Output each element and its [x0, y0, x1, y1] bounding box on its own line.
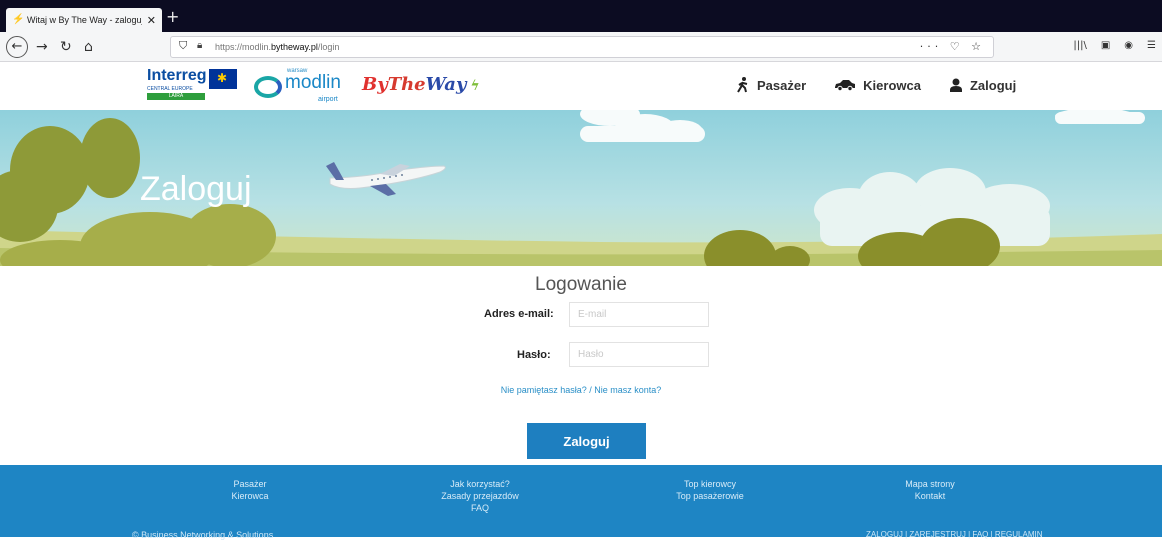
nav-zaloguj[interactable]: Zaloguj: [949, 77, 1016, 93]
main-nav: Pasażer Kierowca Zaloguj: [736, 77, 1016, 93]
cloud-right: [1055, 110, 1145, 124]
lightning-mark-icon: ϟ: [470, 78, 480, 94]
bytheway-logo[interactable]: ByTheWay ϟ: [362, 74, 480, 95]
footer-col-users: Pasażer Kierowca: [210, 478, 290, 502]
login-button[interactable]: Zaloguj: [527, 423, 646, 459]
eu-flag-icon: [209, 69, 237, 89]
close-tab-icon[interactable]: ✕: [147, 14, 156, 27]
cloud-top: [580, 110, 705, 142]
footer-link-kontakt[interactable]: Kontakt: [880, 490, 980, 502]
tracking-shield-icon[interactable]: ⛉: [179, 40, 187, 53]
site-favicon-icon: ⚡: [12, 14, 25, 25]
footer-col-site: Mapa strony Kontakt: [880, 478, 980, 502]
menu-icon[interactable]: ☰: [1147, 40, 1156, 51]
account-icon[interactable]: ◉: [1124, 40, 1133, 51]
forward-arrow-icon[interactable]: →: [36, 37, 48, 57]
nav-kierowca[interactable]: Kierowca: [834, 77, 921, 93]
footer-link-zasady[interactable]: Zasady przejazdów: [420, 490, 540, 502]
footer-col-top: Top kierowcy Top pasażerowie: [650, 478, 770, 502]
walking-person-icon: [737, 77, 748, 93]
url-text[interactable]: https://modlin.bytheway.pl/login: [215, 42, 339, 52]
footer-link-pasazer[interactable]: Pasażer: [210, 478, 290, 490]
nav-kierowca-label: Kierowca: [863, 77, 921, 93]
site-footer: Pasażer Kierowca Jak korzystać? Zasady p…: [0, 465, 1162, 540]
modlin-swirl-icon: [254, 76, 282, 98]
register-link[interactable]: Nie masz konta?: [594, 385, 661, 395]
car-icon: [835, 80, 856, 91]
browser-tab[interactable]: ⚡ Witaj w By The Way - zaloguj si ✕: [6, 8, 162, 32]
new-tab-button[interactable]: +: [166, 7, 179, 26]
reload-icon[interactable]: ↻: [60, 37, 72, 57]
site-header: Interreg CENTRAL EUROPE LAIRA warsaw mod…: [0, 62, 1162, 110]
nav-zaloguj-label: Zaloguj: [969, 77, 1017, 93]
page-actions-icons[interactable]: ··· ♡ ☆: [920, 40, 985, 53]
footer-link-top-kierowcy[interactable]: Top kierowcy: [650, 478, 770, 490]
footer-link-faq[interactable]: FAQ: [420, 502, 540, 514]
password-field[interactable]: [569, 342, 709, 367]
hero-banner: Zaloguj: [0, 110, 1162, 266]
email-label: Adres e-mail:: [484, 308, 554, 320]
nav-pasazer-label: Pasażer: [757, 77, 807, 93]
login-title: Logowanie: [535, 274, 627, 295]
browser-tab-bar: ⚡ Witaj w By The Way - zaloguj si ✕ +: [0, 0, 1162, 32]
user-icon: [949, 78, 962, 92]
login-form: Logowanie Adres e-mail: Hasło: Nie pamię…: [0, 266, 1162, 465]
password-label: Hasło:: [517, 349, 551, 361]
browser-toolbar-right: |||\ ▣ ◉ ☰: [1073, 40, 1156, 51]
modlin-airport-logo[interactable]: warsaw modlin airport: [254, 68, 346, 106]
email-field[interactable]: [569, 302, 709, 327]
account-help-links: Nie pamiętasz hasła? / Nie masz konta?: [0, 385, 1162, 395]
airplane: [326, 162, 446, 196]
tab-title: Witaj w By The Way - zaloguj si: [27, 15, 142, 25]
address-bar[interactable]: ⛉ 🔒︎ https://modlin.bytheway.pl/login ··…: [170, 36, 994, 58]
footer-link-top-pasazerowie[interactable]: Top pasażerowie: [650, 490, 770, 502]
nav-pasazer[interactable]: Pasażer: [736, 77, 806, 93]
home-icon[interactable]: ⌂: [84, 37, 93, 57]
back-arrow-icon[interactable]: ←: [6, 36, 28, 58]
forgot-password-link[interactable]: Nie pamiętasz hasła?: [501, 385, 587, 395]
footer-col-info: Jak korzystać? Zasady przejazdów FAQ: [420, 478, 540, 514]
page-title: Zaloguj: [140, 170, 252, 208]
footer-bottom-links[interactable]: ZALOGUJ | ZAREJESTRUJ | FAQ | REGULAMIN: [866, 530, 1042, 539]
sidebar-icon[interactable]: ▣: [1101, 40, 1110, 51]
copyright-text: © Business Networking & Solutions: [132, 530, 274, 540]
footer-link-jak-korzystac[interactable]: Jak korzystać?: [420, 478, 540, 490]
interreg-logo[interactable]: Interreg CENTRAL EUROPE LAIRA: [147, 67, 241, 105]
footer-link-mapa-strony[interactable]: Mapa strony: [880, 478, 980, 490]
browser-navigation-bar: ← → ↻ ⌂ ⛉ 🔒︎ https://modlin.bytheway.pl/…: [0, 32, 1162, 62]
footer-link-kierowca[interactable]: Kierowca: [210, 490, 290, 502]
lock-icon[interactable]: 🔒︎: [197, 40, 202, 51]
library-icon[interactable]: |||\: [1073, 40, 1086, 51]
